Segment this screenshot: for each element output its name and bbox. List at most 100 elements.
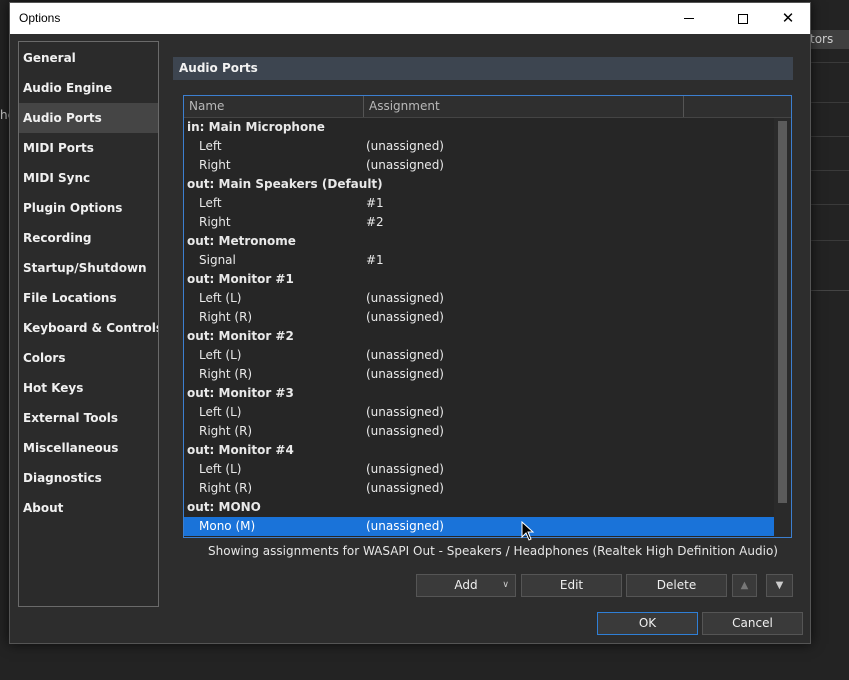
sidebar-item-colors[interactable]: Colors	[19, 343, 158, 373]
sidebar-item-miscellaneous[interactable]: Miscellaneous	[19, 433, 158, 463]
channel-name: Right (R)	[199, 481, 253, 495]
channel-assignment: (unassigned)	[366, 310, 444, 324]
port-group-row[interactable]: out: Monitor #1	[184, 270, 774, 289]
channel-name: Left (L)	[199, 291, 242, 305]
port-channel-row[interactable]: Left (L) (unassigned)	[184, 346, 774, 365]
sidebar-item-hot-keys[interactable]: Hot Keys	[19, 373, 158, 403]
sidebar-item-general[interactable]: General	[19, 43, 158, 73]
port-group-row[interactable]: in: Main Microphone	[184, 118, 774, 137]
sidebar-item-midi-ports[interactable]: MIDI Ports	[19, 133, 158, 163]
background-divider	[809, 102, 849, 103]
sidebar-item-plugin-options[interactable]: Plugin Options	[19, 193, 158, 223]
port-group-row[interactable]: out: Monitor #3	[184, 384, 774, 403]
port-group-row[interactable]: out: Main Speakers (Default)	[184, 175, 774, 194]
close-button[interactable]: ✕	[765, 3, 811, 34]
minimize-button[interactable]	[666, 3, 712, 34]
sidebar-item-diagnostics[interactable]: Diagnostics	[19, 463, 158, 493]
audio-ports-table: Name Assignment in: Main Microphone Left (…	[183, 95, 792, 538]
channel-assignment: (unassigned)	[366, 405, 444, 419]
port-channel-row[interactable]: Left (unassigned)	[184, 137, 774, 156]
channel-name: Signal	[199, 253, 236, 267]
port-group-row[interactable]: out: Metronome	[184, 232, 774, 251]
move-down-button[interactable]: ▼	[766, 574, 793, 597]
channel-name: Left (L)	[199, 348, 242, 362]
channel-assignment: (unassigned)	[366, 348, 444, 362]
channel-name: Mono (M)	[199, 519, 256, 533]
port-group-row[interactable]: out: Monitor #4	[184, 441, 774, 460]
sidebar-item-startup-shutdown[interactable]: Startup/Shutdown	[19, 253, 158, 283]
channel-assignment: (unassigned)	[366, 481, 444, 495]
port-channel-row[interactable]: Mono (M) (unassigned)	[184, 517, 774, 536]
channel-assignment: #1	[366, 253, 384, 267]
column-header-empty	[684, 96, 791, 117]
add-button[interactable]: Add ∨	[416, 574, 516, 597]
sidebar-item-recording[interactable]: Recording	[19, 223, 158, 253]
port-channel-row[interactable]: Right (unassigned)	[184, 156, 774, 175]
port-channel-row[interactable]: Right (R) (unassigned)	[184, 365, 774, 384]
mouse-cursor-icon	[521, 521, 535, 541]
column-header-name[interactable]: Name	[184, 96, 364, 117]
channel-name: Right (R)	[199, 367, 253, 381]
port-channel-row[interactable]: Signal #1	[184, 251, 774, 270]
sidebar-item-keyboard-controls[interactable]: Keyboard & Controls	[19, 313, 158, 343]
sidebar-item-file-locations[interactable]: File Locations	[19, 283, 158, 313]
sidebar-item-audio-engine[interactable]: Audio Engine	[19, 73, 158, 103]
port-group-row[interactable]: out: MONO	[184, 498, 774, 517]
channel-assignment: #2	[366, 215, 384, 229]
channel-assignment: (unassigned)	[366, 367, 444, 381]
arrow-up-icon: ▲	[740, 580, 749, 591]
move-up-button[interactable]: ▲	[732, 574, 757, 597]
background-divider	[810, 290, 849, 291]
cancel-button[interactable]: Cancel	[702, 612, 803, 635]
vertical-scrollbar[interactable]	[774, 118, 791, 537]
channel-name: Right (R)	[199, 310, 253, 324]
title-bar[interactable]: Options ✕	[10, 3, 810, 34]
arrow-down-icon: ▼	[775, 580, 784, 591]
minimize-icon	[684, 18, 694, 19]
options-dialog: Options ✕ General Audio Engine Audio Por…	[9, 2, 811, 644]
sidebar-item-external-tools[interactable]: External Tools	[19, 403, 158, 433]
channel-assignment: #1	[366, 196, 384, 210]
port-group-row[interactable]: out: Monitor #2	[184, 327, 774, 346]
background-divider	[809, 240, 849, 241]
maximize-button[interactable]	[720, 3, 766, 34]
scrollbar-thumb[interactable]	[778, 121, 787, 503]
window-title: Options	[19, 11, 61, 25]
edit-button[interactable]: Edit	[521, 574, 622, 597]
channel-name: Right	[199, 158, 231, 172]
background-divider	[809, 170, 849, 171]
background-divider	[809, 62, 849, 63]
channel-name: Left	[199, 139, 222, 153]
table-body: in: Main Microphone Left (unassigned) Right…	[184, 118, 774, 536]
close-icon: ✕	[781, 9, 795, 27]
page-title: Audio Ports	[173, 57, 793, 80]
sidebar-item-midi-sync[interactable]: MIDI Sync	[19, 163, 158, 193]
maximize-icon	[738, 13, 748, 24]
table-header: Name Assignment	[184, 96, 791, 118]
port-channel-row[interactable]: Right (R) (unassigned)	[184, 308, 774, 327]
port-channel-row[interactable]: Right (R) (unassigned)	[184, 479, 774, 498]
channel-assignment: (unassigned)	[366, 462, 444, 476]
background-divider	[809, 136, 849, 137]
options-sidebar: General Audio Engine Audio Ports MIDI Po…	[18, 41, 159, 607]
ok-button[interactable]: OK	[597, 612, 698, 635]
port-channel-row[interactable]: Left (L) (unassigned)	[184, 289, 774, 308]
channel-name: Left (L)	[199, 405, 242, 419]
channel-assignment: (unassigned)	[366, 424, 444, 438]
assignment-status-text: Showing assignments for WASAPI Out - Spe…	[208, 544, 778, 558]
port-channel-row[interactable]: Right #2	[184, 213, 774, 232]
channel-name: Left	[199, 196, 222, 210]
sidebar-item-about[interactable]: About	[19, 493, 158, 523]
channel-name: Left (L)	[199, 462, 242, 476]
background-divider	[809, 204, 849, 205]
delete-button[interactable]: Delete	[626, 574, 727, 597]
port-channel-row[interactable]: Left (L) (unassigned)	[184, 403, 774, 422]
port-channel-row[interactable]: Left #1	[184, 194, 774, 213]
port-channel-row[interactable]: Right (R) (unassigned)	[184, 422, 774, 441]
channel-assignment: (unassigned)	[366, 139, 444, 153]
channel-assignment: (unassigned)	[366, 158, 444, 172]
port-channel-row[interactable]: Left (L) (unassigned)	[184, 460, 774, 479]
column-header-assignment[interactable]: Assignment	[364, 96, 684, 117]
sidebar-item-audio-ports[interactable]: Audio Ports	[19, 103, 158, 133]
chevron-down-icon[interactable]: ∨	[502, 575, 509, 596]
